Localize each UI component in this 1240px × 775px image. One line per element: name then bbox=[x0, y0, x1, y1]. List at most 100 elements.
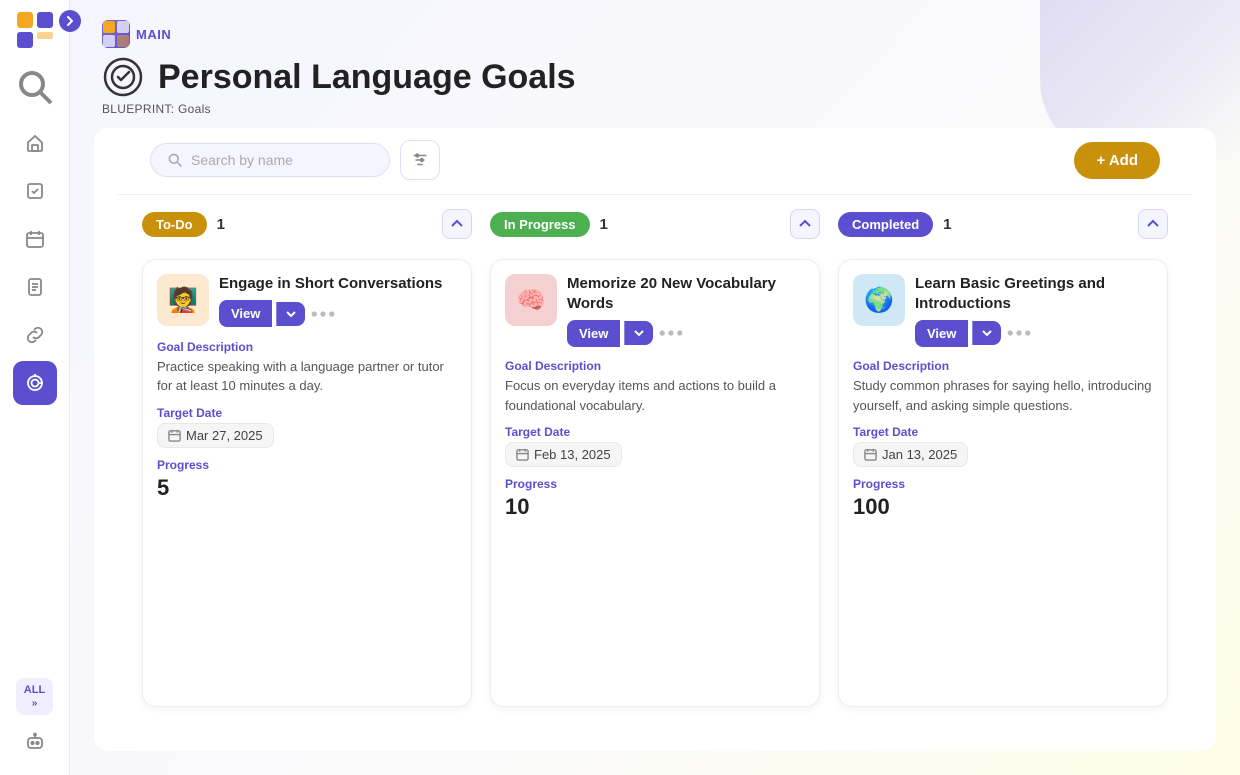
target-date-chip-card2: Feb 13, 2025 bbox=[505, 442, 622, 467]
chevron-down-icon bbox=[633, 327, 645, 339]
target-date-label-card2: Target Date bbox=[505, 425, 805, 439]
goal-description-label-card2: Goal Description bbox=[505, 359, 805, 373]
card-image-emoji-card2: 🧠 bbox=[505, 274, 557, 326]
ellipsis-icon bbox=[309, 300, 337, 328]
progress-label-card3: Progress bbox=[853, 477, 1153, 491]
card-actions-card2: View bbox=[567, 319, 805, 347]
header: MAIN Personal Language Goals BLUEPRINT: … bbox=[70, 0, 1240, 128]
column-header-completed: Completed1 bbox=[838, 195, 1168, 247]
sidebar-item-calendar[interactable] bbox=[13, 217, 57, 261]
card-image-emoji-card3: 🌍 bbox=[853, 274, 905, 326]
card-menu-button-card2[interactable] bbox=[657, 319, 685, 347]
sidebar-expand-button[interactable] bbox=[59, 10, 81, 32]
column-count-inprogress: 1 bbox=[600, 216, 608, 233]
column-toggle-completed[interactable] bbox=[1138, 209, 1168, 239]
chevron-up-icon bbox=[1146, 217, 1160, 231]
target-date-label-card1: Target Date bbox=[157, 406, 457, 420]
goal-card-card2: 🧠 Memorize 20 New Vocabulary Words View bbox=[490, 259, 820, 707]
sidebar-item-links[interactable] bbox=[13, 313, 57, 357]
kanban-board: To-Do 1 🧑‍🏫 Engage in Short Conversations… bbox=[118, 195, 1192, 727]
column-toggle-todo[interactable] bbox=[442, 209, 472, 239]
status-badge-inprogress: In Progress bbox=[490, 212, 590, 237]
target-date-chip-card1: Mar 27, 2025 bbox=[157, 423, 274, 448]
card-image-card3: 🌍 bbox=[853, 274, 905, 326]
progress-label-card1: Progress bbox=[157, 458, 457, 472]
page-icon bbox=[102, 56, 144, 98]
search-placeholder: Search by name bbox=[191, 152, 293, 168]
target-date-value-card2: Feb 13, 2025 bbox=[534, 447, 611, 462]
chevron-up-icon bbox=[798, 217, 812, 231]
card-menu-button-card1[interactable] bbox=[309, 300, 337, 328]
progress-value-card3: 100 bbox=[853, 494, 1153, 520]
target-date-label-card3: Target Date bbox=[853, 425, 1153, 439]
chevron-down-icon bbox=[285, 308, 297, 320]
status-badge-todo: To-Do bbox=[142, 212, 207, 237]
ellipsis-icon bbox=[657, 319, 685, 347]
card-menu-button-card3[interactable] bbox=[1005, 319, 1033, 347]
card-actions-card1: View bbox=[219, 300, 457, 328]
card-header-card1: 🧑‍🏫 Engage in Short Conversations View bbox=[157, 274, 457, 328]
view-dropdown-card1[interactable] bbox=[276, 302, 305, 326]
add-button[interactable]: + Add bbox=[1074, 142, 1160, 179]
chevron-down-icon bbox=[981, 327, 993, 339]
all-label: ALL bbox=[24, 684, 45, 696]
card-title-card2: Memorize 20 New Vocabulary Words bbox=[567, 274, 805, 313]
search-icon bbox=[167, 152, 183, 168]
target-date-value-card1: Mar 27, 2025 bbox=[186, 428, 263, 443]
goal-description-value-card1: Practice speaking with a language partne… bbox=[157, 357, 457, 396]
chevron-right-icon: » bbox=[32, 698, 38, 709]
filter-button[interactable] bbox=[400, 140, 440, 180]
column-toggle-inprogress[interactable] bbox=[790, 209, 820, 239]
column-header-inprogress: In Progress 1 bbox=[490, 195, 820, 247]
view-button-card3[interactable]: View bbox=[915, 320, 968, 347]
sidebar-item-goals[interactable] bbox=[13, 361, 57, 405]
target-date-chip-card3: Jan 13, 2025 bbox=[853, 442, 968, 467]
card-header-card3: 🌍 Learn Basic Greetings and Introduction… bbox=[853, 274, 1153, 347]
breadcrumb: MAIN bbox=[102, 20, 1208, 48]
blueprint-label: BLUEPRINT: Goals bbox=[102, 102, 1208, 116]
calendar-icon bbox=[168, 429, 181, 442]
search-box[interactable]: Search by name bbox=[150, 143, 390, 177]
sidebar-item-docs[interactable] bbox=[13, 265, 57, 309]
goal-description-value-card2: Focus on everyday items and actions to b… bbox=[505, 376, 805, 415]
logo bbox=[17, 12, 53, 53]
card-header-card2: 🧠 Memorize 20 New Vocabulary Words View bbox=[505, 274, 805, 347]
card-title-card1: Engage in Short Conversations bbox=[219, 274, 457, 294]
sidebar-item-tasks[interactable] bbox=[13, 169, 57, 213]
sidebar: ALL » bbox=[0, 0, 70, 775]
sidebar-nav bbox=[13, 121, 57, 672]
calendar-icon bbox=[864, 448, 877, 461]
goal-description-label-card1: Goal Description bbox=[157, 340, 457, 354]
page-title: Personal Language Goals bbox=[158, 58, 576, 97]
breadcrumb-app-icon bbox=[102, 20, 130, 48]
kanban-column-inprogress: In Progress 1 🧠 Memorize 20 New Vocabular… bbox=[490, 195, 820, 707]
card-title-card3: Learn Basic Greetings and Introductions bbox=[915, 274, 1153, 313]
goal-card-card1: 🧑‍🏫 Engage in Short Conversations View bbox=[142, 259, 472, 707]
page-title-row: Personal Language Goals bbox=[102, 56, 1208, 98]
search-button[interactable] bbox=[15, 67, 55, 107]
progress-value-card2: 10 bbox=[505, 494, 805, 520]
kanban-column-todo: To-Do 1 🧑‍🏫 Engage in Short Conversations… bbox=[142, 195, 472, 707]
view-button-card2[interactable]: View bbox=[567, 320, 620, 347]
kanban-column-completed: Completed1 🌍 Learn Basic Greetings and I… bbox=[838, 195, 1168, 707]
sidebar-all-button[interactable]: ALL » bbox=[16, 678, 53, 715]
breadcrumb-text: MAIN bbox=[136, 27, 171, 42]
toolbar: Search by name + Add bbox=[118, 128, 1192, 195]
sidebar-item-home[interactable] bbox=[13, 121, 57, 165]
target-date-value-card3: Jan 13, 2025 bbox=[882, 447, 957, 462]
column-header-todo: To-Do 1 bbox=[142, 195, 472, 247]
column-count-completed: 1 bbox=[943, 216, 951, 233]
view-dropdown-card2[interactable] bbox=[624, 321, 653, 345]
goal-card-card3: 🌍 Learn Basic Greetings and Introduction… bbox=[838, 259, 1168, 707]
view-dropdown-card3[interactable] bbox=[972, 321, 1001, 345]
main-content: MAIN Personal Language Goals BLUEPRINT: … bbox=[70, 0, 1240, 775]
filter-icon bbox=[411, 151, 429, 169]
column-count-todo: 1 bbox=[217, 216, 225, 233]
calendar-icon bbox=[516, 448, 529, 461]
progress-label-card2: Progress bbox=[505, 477, 805, 491]
card-actions-card3: View bbox=[915, 319, 1153, 347]
card-image-card1: 🧑‍🏫 bbox=[157, 274, 209, 326]
sidebar-bottom: ALL » bbox=[13, 678, 57, 763]
sidebar-item-bot[interactable] bbox=[13, 719, 57, 763]
view-button-card1[interactable]: View bbox=[219, 300, 272, 327]
